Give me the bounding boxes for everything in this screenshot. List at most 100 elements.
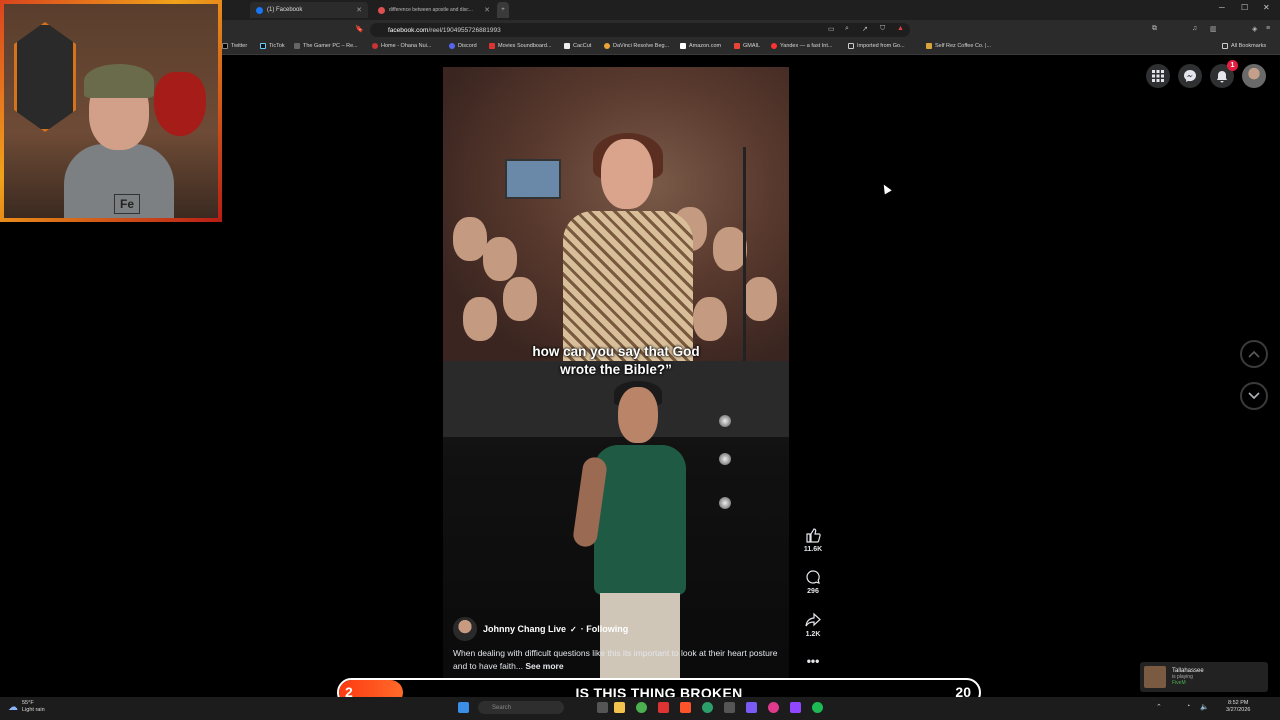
- bookmark-label: Home - Ohana Nui...: [381, 43, 432, 49]
- twitch-icon[interactable]: [790, 702, 801, 713]
- previous-reel-button[interactable]: [1240, 340, 1268, 368]
- minimize-icon[interactable]: ─: [1219, 3, 1225, 12]
- volume-icon[interactable]: 🔈: [1200, 703, 1209, 711]
- bookmark-label: All Bookmarks: [1231, 43, 1267, 49]
- all-bookmarks-folder[interactable]: All Bookmarks: [1222, 43, 1266, 49]
- brave-icon[interactable]: [680, 702, 691, 713]
- app-icon[interactable]: [702, 702, 713, 713]
- bookmark-davinci[interactable]: DaVinci Resolve Beg...: [604, 43, 669, 49]
- bookmark-discord[interactable]: Discord: [449, 43, 477, 49]
- game-toast[interactable]: Tallahassee is playing FiveM: [1140, 662, 1268, 692]
- comment-icon: [806, 570, 820, 584]
- extensions-icon[interactable]: ⧉: [1152, 25, 1157, 33]
- comment-button[interactable]: 296: [800, 567, 826, 595]
- zoom-icon[interactable]: ⌕: [845, 25, 849, 33]
- bookmark-label: Yandex — a fast Int...: [780, 43, 833, 49]
- bookmark-label: Imported from Go...: [857, 43, 905, 49]
- bookmark-twitter[interactable]: Twitter: [222, 43, 247, 49]
- bookmark-capcut[interactable]: CacCut: [564, 43, 591, 49]
- new-tab-button[interactable]: +: [497, 2, 509, 18]
- follow-status[interactable]: · Following: [581, 624, 629, 634]
- grid-icon: [1152, 70, 1164, 82]
- see-more-link[interactable]: See more: [525, 661, 563, 671]
- bookmark-label: CacCut: [573, 43, 592, 49]
- search-favicon-icon: [378, 6, 385, 14]
- spotify-icon[interactable]: [812, 702, 823, 713]
- author-name[interactable]: Johnny Chang Live: [483, 624, 566, 634]
- bookmark-folder-imported[interactable]: Imported from Go...: [848, 43, 905, 49]
- questioner-woman: [563, 133, 693, 361]
- share-icon[interactable]: ↗: [862, 25, 868, 33]
- stage-light: [719, 497, 731, 509]
- toast-avatar: [1144, 666, 1166, 688]
- weather-condition: Light rain: [22, 707, 45, 713]
- screen-monitor: [505, 159, 561, 199]
- bookmark-yandex[interactable]: Yandex — a fast Int...: [771, 43, 832, 49]
- bookmark-gmail[interactable]: GMAIL: [734, 43, 760, 49]
- audience-member: [463, 297, 497, 341]
- maximize-icon[interactable]: ☐: [1241, 3, 1248, 12]
- webcam-overlay: Fe: [0, 0, 222, 222]
- bookmark-page-icon[interactable]: 🔖: [355, 25, 364, 33]
- profile-avatar[interactable]: [1242, 64, 1266, 88]
- chevron-up-icon[interactable]: ⌃: [1156, 703, 1162, 711]
- messenger-button[interactable]: [1178, 64, 1202, 88]
- author-avatar[interactable]: [453, 617, 477, 641]
- bookmark-gamer-pc[interactable]: The Gamer PC – Re...: [294, 43, 358, 49]
- more-icon: •••: [806, 654, 820, 668]
- share-button[interactable]: 1.2K: [800, 610, 826, 638]
- music-icon[interactable]: ♫: [1192, 25, 1197, 32]
- bookmark-tictok[interactable]: TicTok: [260, 43, 285, 49]
- clock-date: 3/27/2026: [1226, 707, 1251, 713]
- thumbs-up-icon: [806, 528, 821, 543]
- tab-search[interactable]: difference between apostle and disc... ✕: [372, 2, 496, 18]
- close-tab-icon[interactable]: ✕: [484, 6, 490, 14]
- tab-facebook[interactable]: (1) Facebook ✕: [250, 2, 368, 18]
- shield-icon[interactable]: ⛉: [880, 25, 885, 33]
- messenger-icon: [1184, 70, 1196, 82]
- chrome-icon[interactable]: [636, 702, 647, 713]
- taskbar-clock[interactable]: 8:52 PM 3/27/2026: [1226, 700, 1250, 714]
- close-tab-icon[interactable]: ✕: [356, 6, 362, 14]
- reel-video[interactable]: how can you say that God wrote the Bible…: [443, 67, 789, 695]
- more-options-button[interactable]: •••: [800, 654, 826, 668]
- tab-label: (1) Facebook: [267, 7, 303, 13]
- video-scene-audience: [443, 67, 789, 361]
- wifi-icon[interactable]: ◔: [1186, 703, 1190, 710]
- bookmark-amazon[interactable]: Amazon.com: [680, 43, 721, 49]
- like-button[interactable]: 11.6K: [800, 525, 826, 553]
- app-icon[interactable]: [768, 702, 779, 713]
- stage-light: [719, 453, 731, 465]
- weather-widget[interactable]: ☁ 55°F Light rain: [8, 700, 45, 714]
- file-explorer-icon[interactable]: [614, 702, 625, 713]
- start-icon[interactable]: [458, 702, 469, 713]
- app-icon[interactable]: [658, 702, 669, 713]
- next-reel-button[interactable]: [1240, 382, 1268, 410]
- bookmark-soundboard[interactable]: Movies Soundboard...: [489, 43, 552, 49]
- weather-temp: 55°F: [22, 700, 34, 706]
- url-path: /reel/1904955726881993: [428, 26, 501, 34]
- url-host: facebook.com: [388, 26, 429, 34]
- brave-shield-icon[interactable]: ◈: [1252, 25, 1257, 33]
- taskbar-search[interactable]: Search: [478, 701, 564, 714]
- bookmark-ohana[interactable]: Home - Ohana Nui...: [372, 43, 431, 49]
- search-placeholder: Search: [492, 704, 512, 711]
- clock-time: 8:52 PM: [1227, 700, 1249, 706]
- facebook-favicon-icon: [256, 6, 263, 14]
- menu-grid-button[interactable]: [1146, 64, 1170, 88]
- cast-icon[interactable]: ▭: [828, 25, 835, 33]
- toast-app: FiveM: [1172, 680, 1186, 686]
- notification-badge: 1: [1227, 60, 1238, 71]
- bell-icon: [1217, 70, 1227, 82]
- menu-icon[interactable]: ≡: [1266, 25, 1270, 32]
- close-window-icon[interactable]: ✕: [1263, 3, 1270, 12]
- app-icon[interactable]: [724, 702, 735, 713]
- bookmark-label: Movies Soundboard...: [498, 43, 552, 49]
- rain-cloud-icon: ☁: [8, 701, 18, 713]
- sidebar-icon[interactable]: ▥: [1210, 25, 1217, 33]
- bookmark-self-rez[interactable]: Self Rez Coffee Co. |...: [926, 43, 991, 49]
- caption-line: wrote the Bible?”: [560, 362, 672, 377]
- task-view-icon[interactable]: [597, 702, 608, 713]
- app-icon[interactable]: [746, 702, 757, 713]
- brave-rewards-icon[interactable]: ▲: [897, 25, 904, 32]
